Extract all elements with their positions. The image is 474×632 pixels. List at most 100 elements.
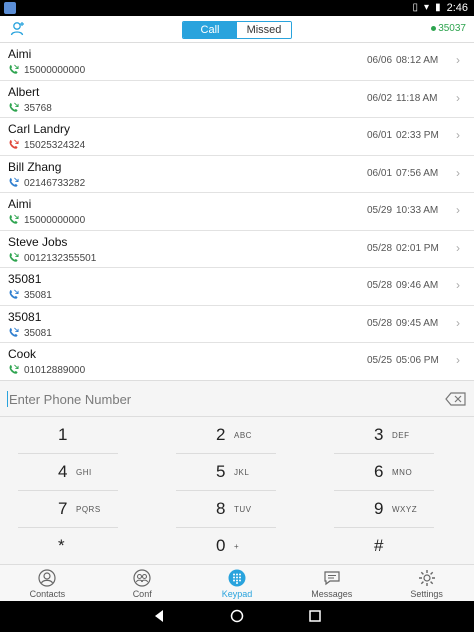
call-date: 05/29 (367, 205, 393, 216)
text-cursor (7, 391, 8, 407)
phone-number-input[interactable] (9, 387, 429, 411)
history-segmented-control: Call History Missed (182, 21, 292, 39)
dial-key-digit: 8 (216, 499, 226, 518)
dial-key-letters: ABC (234, 431, 252, 440)
status-bar: ▯ ▾ ▮ 2:46 (0, 0, 474, 16)
dial-key[interactable]: 6 MNO (334, 454, 434, 491)
dial-key[interactable]: 7 PQRS (18, 491, 118, 528)
chevron-right-icon[interactable]: › (456, 353, 460, 367)
tab-messages[interactable]: Messages (284, 565, 379, 601)
dial-key-letters: MNO (392, 468, 413, 477)
tab-label: Messages (311, 589, 353, 599)
dial-key[interactable]: 1 (18, 417, 118, 454)
status-time: 2:46 (446, 2, 468, 14)
bottom-tab-bar: Contacts Conf Keypad Messages Settings (0, 564, 474, 601)
call-history-row[interactable]: Albert 35768 06/02 11:18 AM › (0, 81, 474, 118)
tab-conf[interactable]: Conf (95, 565, 190, 601)
dial-key-letters: TUV (234, 505, 252, 514)
outgoing-call-icon (9, 327, 19, 337)
call-history-list: Aimi 15000000000 06/06 08:12 AM › Albert… (0, 43, 474, 380)
dial-key[interactable]: 5 JKL (176, 454, 276, 491)
chevron-right-icon[interactable]: › (456, 128, 460, 142)
call-history-row[interactable]: Carl Landry 15025324324 06/01 02:33 PM › (0, 118, 474, 156)
caller-name: Bill Zhang (8, 159, 62, 174)
dial-key[interactable]: 8 TUV (176, 491, 276, 528)
call-time: 10:33 AM (396, 205, 439, 216)
caller-number: 15000000000 (24, 215, 86, 226)
call-date: 05/25 (367, 355, 393, 366)
dial-key[interactable]: 3 DEF (334, 417, 434, 454)
missed-call-icon (9, 139, 19, 149)
vibrate-icon: ▯ (412, 2, 419, 13)
app-notification-icon (4, 2, 16, 14)
caller-name: Steve Jobs (8, 234, 68, 249)
dial-key-digit: 5 (216, 462, 226, 481)
dial-key-digit: 7 (58, 499, 68, 518)
call-time: 09:45 AM (396, 317, 439, 329)
call-date: 05/28 (367, 317, 393, 329)
incoming-call-icon (9, 214, 19, 224)
dial-key-letters: GHI (76, 468, 92, 477)
conference-icon (133, 569, 151, 587)
caller-name: Aimi (8, 47, 32, 61)
tab-label: Conf (132, 589, 152, 599)
call-history-row[interactable]: 35081 35081 05/28 09:46 AM › (0, 268, 474, 306)
dial-key[interactable]: 0 + (176, 528, 276, 565)
tab-call-history[interactable]: Call History (183, 22, 237, 38)
online-status-icon (431, 26, 437, 31)
backspace-icon[interactable] (445, 392, 467, 406)
chevron-right-icon[interactable]: › (456, 241, 460, 255)
call-date: 06/02 (367, 92, 393, 104)
outgoing-call-icon (9, 289, 19, 299)
caller-number: 15025324324 (24, 140, 86, 151)
caller-name: 35081 (8, 272, 42, 286)
tab-missed[interactable]: Missed (237, 22, 291, 38)
back-icon[interactable] (152, 609, 166, 623)
account-status[interactable]: 35037 (431, 23, 466, 34)
contacts-icon (38, 569, 56, 587)
call-history-row[interactable]: Bill Zhang 02146733282 06/01 07:56 AM › (0, 156, 474, 193)
caller-name: Albert (8, 84, 40, 99)
dial-key-letters: WXYZ (392, 505, 418, 514)
chevron-right-icon[interactable]: › (456, 203, 460, 217)
call-history-row[interactable]: Cook 01012889000 05/25 05:06 PM › (0, 343, 474, 380)
dial-key[interactable]: 2 ABC (176, 417, 276, 454)
tab-keypad[interactable]: Keypad (190, 565, 285, 601)
chevron-right-icon[interactable]: › (456, 316, 460, 330)
call-time: 02:33 PM (396, 130, 439, 141)
settings-icon (418, 570, 435, 586)
recents-icon[interactable] (308, 609, 322, 623)
dial-key[interactable]: 9 WXYZ (334, 491, 434, 528)
keypad-icon (228, 569, 246, 587)
chevron-right-icon[interactable]: › (456, 53, 460, 67)
dial-key-digit: 2 (216, 425, 226, 444)
call-history-row[interactable]: Aimi 15000000000 05/29 10:33 AM › (0, 193, 474, 231)
call-date: 05/28 (367, 280, 393, 291)
add-contact-icon[interactable] (9, 20, 27, 38)
phone-input-bar (0, 380, 474, 417)
tab-contacts[interactable]: Contacts (0, 565, 95, 601)
dial-key[interactable]: # (334, 528, 434, 565)
outgoing-call-icon (9, 177, 19, 187)
call-history-row[interactable]: 35081 35081 05/28 09:45 AM › (0, 306, 474, 343)
call-history-row[interactable]: Aimi 15000000000 06/06 08:12 AM › (0, 43, 474, 81)
dial-key-digit: 0 (216, 536, 226, 555)
dial-keypad: 1 2 ABC 3 DEF 4 GHI 5 JKL 6 MNO 7 PQRS 8… (0, 417, 474, 565)
caller-name: Cook (8, 347, 37, 361)
call-time: 07:56 AM (396, 167, 439, 179)
chevron-right-icon[interactable]: › (456, 166, 460, 180)
caller-number: 15000000000 (24, 65, 86, 76)
tab-settings[interactable]: Settings (379, 565, 474, 601)
home-icon[interactable] (230, 609, 244, 623)
dial-key[interactable]: 4 GHI (18, 454, 118, 491)
call-history-row[interactable]: Steve Jobs 0012132355501 05/28 02:01 PM … (0, 231, 474, 268)
dial-key-digit: 9 (374, 499, 384, 518)
dial-key[interactable]: * (18, 528, 118, 565)
dial-key-digit: 6 (374, 462, 384, 481)
header: Call History Missed 35037 (0, 16, 474, 43)
dial-key-letters: JKL (234, 468, 250, 477)
chevron-right-icon[interactable]: › (456, 91, 460, 105)
caller-name: Carl Landry (8, 122, 71, 136)
chevron-right-icon[interactable]: › (456, 278, 460, 292)
incoming-call-icon (9, 102, 19, 112)
